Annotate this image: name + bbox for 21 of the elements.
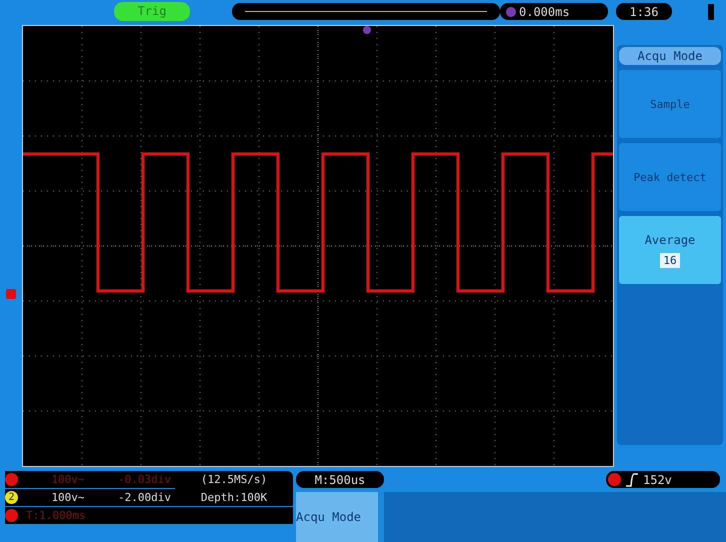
clock: 1:36 [616, 3, 672, 20]
channel-info: 2 100v~ -2.00div [5, 489, 175, 506]
menu-option[interactable]: Sample [619, 70, 721, 138]
trigger-status: Trig [114, 2, 190, 21]
menu-option[interactable]: Average 16 [619, 216, 721, 284]
trigger-position-icon [363, 26, 371, 34]
memory-depth: Depth:100K [200, 490, 268, 504]
menu-option[interactable]: Peak detect [619, 143, 721, 211]
sample-rate: (12.5MS/s) [200, 473, 268, 486]
menu-title: Acqu Mode [619, 47, 721, 65]
rising-edge-icon [625, 472, 639, 486]
channel-level-marker-icon [6, 289, 16, 299]
trigger-time-info: T:1.000ms [5, 507, 293, 524]
active-menu-label: Acqu Mode [296, 492, 378, 542]
edge-tab-icon [708, 4, 714, 20]
channel-info: 100v~ -0.03div [5, 471, 175, 488]
timebase: M:500us [296, 471, 384, 488]
trigger-marker-icon [506, 6, 516, 16]
channel-dot: 2 [5, 491, 18, 504]
trigger-level: 152v [606, 471, 720, 488]
time-offset: 0.000ms [500, 3, 608, 20]
